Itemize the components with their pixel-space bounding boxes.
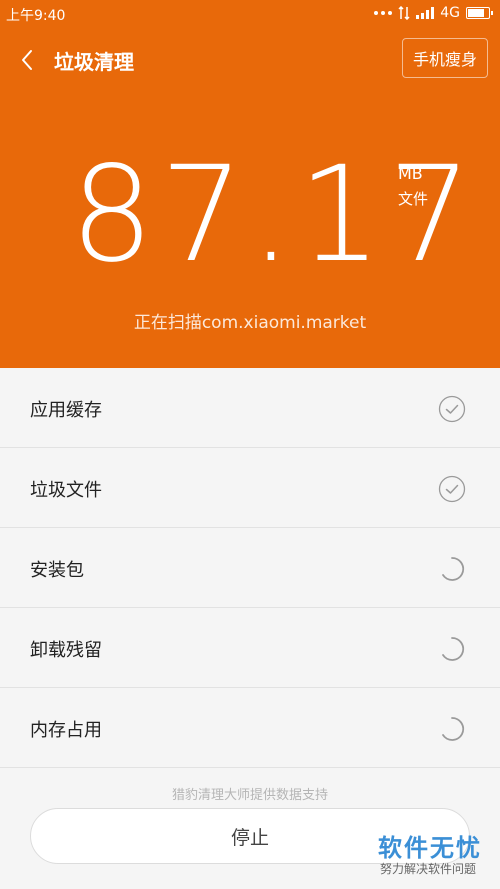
list-item-app-cache[interactable]: 应用缓存 (0, 368, 500, 448)
more-dots-icon (374, 11, 393, 15)
list-item-residual[interactable]: 卸载残留 (0, 608, 500, 688)
app-bar: 垃圾清理 手机瘦身 (0, 38, 500, 82)
loading-spinner-icon (442, 637, 465, 661)
list-item-label: 垃圾文件 (30, 480, 102, 501)
status-bar: 上午9:40 4G (0, 0, 500, 28)
data-arrows-icon (398, 6, 410, 20)
junk-size-unit: MB (398, 164, 423, 183)
list-item-label: 卸载残留 (30, 640, 102, 661)
list-item-memory[interactable]: 内存占用 (0, 688, 500, 768)
battery-icon (466, 7, 493, 19)
watermark-title: 软件无忧 (378, 834, 482, 862)
signal-icon (416, 7, 435, 19)
phone-slim-button[interactable]: 手机瘦身 (402, 38, 488, 78)
list-item-label: 内存占用 (30, 720, 102, 741)
page-title: 垃圾清理 (54, 50, 134, 74)
list-item-label: 安装包 (30, 560, 84, 581)
loading-spinner-icon (442, 717, 465, 741)
list-item-junk-files[interactable]: 垃圾文件 (0, 448, 500, 528)
loading-spinner-icon (442, 557, 465, 581)
status-icons: 4G (374, 5, 493, 21)
category-list: 应用缓存 垃圾文件 安装包 卸载残留 内存占用 (0, 368, 500, 768)
check-circle-icon (438, 475, 466, 503)
watermark-subtitle: 努力解决软件问题 (380, 862, 477, 876)
data-provider-note: 猎豹清理大师提供数据支持 (171, 788, 328, 803)
header-panel: 上午9:40 4G 垃圾清理 手机瘦身 87.17 MB 文件 正在扫描com.… (0, 0, 500, 368)
check-circle-icon (438, 395, 466, 423)
back-arrow-icon[interactable] (14, 46, 42, 74)
network-type: 4G (440, 5, 460, 21)
watermark: 软件无忧 努力解决软件问题 (370, 828, 488, 882)
scanning-status: 正在扫描com.xiaomi.market (133, 313, 367, 333)
junk-size-display: 87.17 MB 文件 (0, 149, 500, 281)
list-item-apk[interactable]: 安装包 (0, 528, 500, 608)
status-time: 上午9:40 (6, 8, 66, 24)
list-item-label: 应用缓存 (30, 400, 102, 421)
junk-size-desc: 文件 (398, 190, 429, 208)
